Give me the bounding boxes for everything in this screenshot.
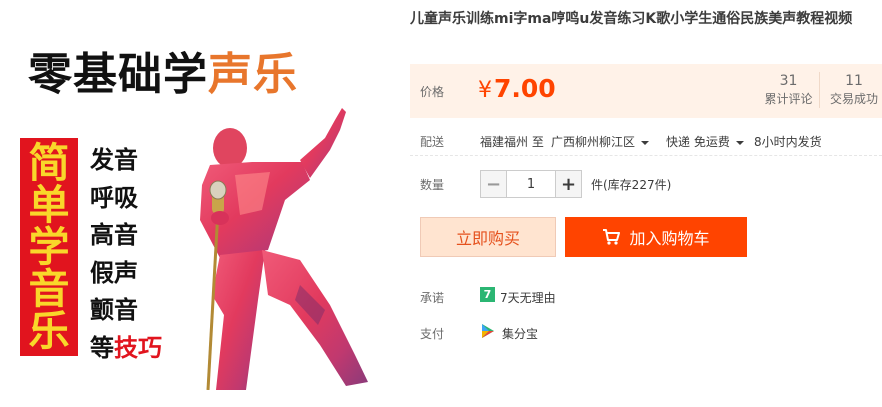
add-to-cart-label: 加入购物车	[629, 229, 710, 248]
quantity-increase-button[interactable]: +	[555, 170, 582, 198]
promise-text[interactable]: 7天无理由	[500, 289, 556, 306]
price-value: ¥7.00	[478, 74, 556, 103]
shipping-destination-select[interactable]: 广西柳州柳江区	[551, 133, 650, 150]
quantity-stepper: − 1 +	[480, 170, 582, 198]
price-amount: 7.00	[494, 74, 556, 103]
quantity-input[interactable]: 1	[507, 170, 555, 198]
trade-count: 11	[845, 73, 863, 89]
shopping-cart-icon	[602, 229, 621, 245]
currency-symbol: ¥	[478, 78, 492, 103]
payment-method-text[interactable]: 集分宝	[502, 325, 538, 342]
quantity-row: 数量 − 1 + 件(库存227件)	[410, 168, 882, 200]
shipping-method: 快递 免运费	[666, 135, 730, 149]
product-info-panel: 儿童声乐训练mi字ma哼鸣u发音练习K歌小学生通俗民族美声教程视频 价格 ¥7.…	[410, 0, 882, 407]
quantity-decrease-button[interactable]: −	[480, 170, 507, 198]
price-box: 价格 ¥7.00 31 累计评论 11 交易成功	[410, 64, 882, 118]
review-count-label: 累计评论	[764, 92, 813, 106]
shipping-method-select[interactable]: 快递 免运费	[666, 133, 744, 150]
trade-count-label: 交易成功	[829, 92, 878, 106]
shipping-origin: 福建福州 至	[480, 135, 544, 149]
buy-now-button[interactable]: 立即购买	[420, 217, 556, 257]
payment-row: 支付 集分宝	[410, 322, 882, 342]
add-to-cart-button[interactable]: 加入购物车	[565, 217, 747, 257]
product-main-image[interactable]: 零基础学声乐 简单学音乐 发音 呼吸 高音 假声 颤音 等技巧	[0, 0, 400, 407]
quantity-label: 数量	[420, 178, 445, 192]
banner-topic-list: 发音 呼吸 高音 假声 颤音 等技巧	[90, 142, 162, 367]
shipping-destination: 广西柳州柳江区	[551, 135, 636, 149]
review-count: 31	[779, 73, 798, 89]
chevron-down-icon	[641, 140, 650, 145]
jifenbao-icon	[482, 324, 494, 338]
banner-topic: 颤音	[90, 296, 138, 324]
payment-label: 支付	[420, 327, 445, 341]
promise-label: 承诺	[420, 291, 445, 305]
banner-topic-last: 等技巧	[90, 330, 162, 368]
price-label: 价格	[420, 85, 445, 99]
banner-vertical-red: 简单学音乐	[20, 138, 78, 356]
singer-silhouette-illustration	[200, 108, 368, 390]
banner-topic: 呼吸	[90, 183, 138, 212]
trade-count-stat: 11 交易成功	[824, 72, 882, 108]
banner-vertical-text: 简单学音乐	[28, 139, 70, 355]
shipping-row: 配送 福建福州 至 广西柳州柳江区 快递 免运费 8小时内发货	[410, 128, 882, 156]
review-count-stat[interactable]: 31 累计评论	[758, 72, 820, 108]
shipping-label: 配送	[420, 135, 445, 149]
chevron-down-icon	[735, 140, 744, 145]
banner-topic: 高音	[90, 221, 138, 249]
banner-topic-prefix: 等	[90, 333, 114, 362]
shipping-time: 8小时内发货	[754, 135, 822, 149]
banner-topic: 发音	[90, 146, 138, 174]
product-title: 儿童声乐训练mi字ma哼鸣u发音练习K歌小学生通俗民族美声教程视频	[410, 11, 853, 27]
banner-topic: 假声	[90, 258, 138, 287]
stock-text: 件(库存227件)	[591, 178, 672, 192]
promise-row: 承诺 7 7天无理由	[410, 286, 882, 306]
seven-day-return-icon: 7	[480, 287, 495, 302]
banner-topic-highlight: 技巧	[114, 333, 162, 362]
